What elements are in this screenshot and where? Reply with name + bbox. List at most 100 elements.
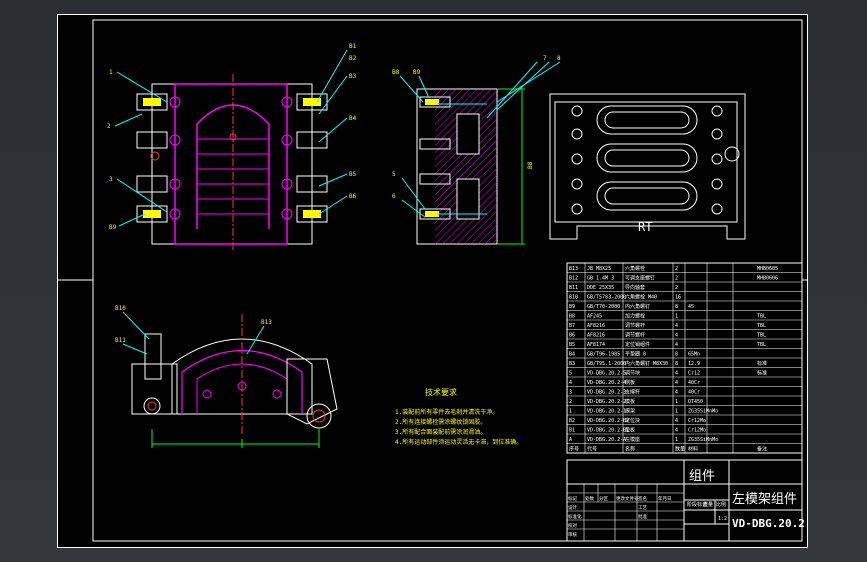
balloon-b4: B4 (349, 115, 357, 122)
balloon-b1: B1 (349, 43, 357, 50)
bom-cell-no: A (569, 437, 572, 443)
balloon-front-1: 1 (109, 69, 113, 76)
bom-cell-no: B7 (569, 323, 575, 329)
balloon-b10: B10 (115, 305, 126, 312)
scale-value: 1:2 (718, 516, 727, 522)
bom-cell-qty: 4 (675, 418, 678, 424)
bom-cell-mat: QT450 (688, 399, 703, 405)
drawing-number: VD-DBG.20.2 (732, 517, 805, 530)
rt-view-label: RT (638, 220, 652, 234)
bom-cell-name: 调节块 (625, 370, 640, 377)
bom-cell-mat: 40Cr (688, 380, 700, 386)
bom-cell-name: 定位块 (625, 417, 640, 424)
bom-cell-name: 侧板 (625, 379, 635, 386)
balloon-b3: B3 (349, 73, 357, 80)
balloon-section-6: 6 (392, 193, 396, 200)
bom-cell-code: AF8174 (587, 342, 605, 348)
bom-cell-no: B10 (569, 295, 578, 301)
cad-viewport[interactable]: 1 2 3 B9 B1 B2 B3 B4 B5 B6 B8 B8 B9 5 6 … (0, 0, 867, 562)
bom-cell-mat: ZG35SiMnMo (688, 409, 718, 415)
bom-cell-code: VD-DBG.20.2-5 (587, 371, 626, 377)
title-block-role: 批准 (638, 513, 647, 520)
bom-cell-code: VD-DBG.20.2-B1 (587, 428, 629, 434)
bom-cell-no: B1 (569, 428, 575, 434)
bom-cell-mat: 12.9 (688, 361, 700, 367)
bom-cell-no: B12 (569, 276, 578, 282)
balloon-section-b9: B9 (413, 69, 421, 76)
group-label: 组件 (689, 469, 715, 484)
bom-cell-qty: 1 (675, 399, 678, 405)
bom-cell-qty: 2 (675, 266, 678, 272)
bom-cell-qty: 4 (675, 390, 678, 396)
bom-cell-mat: Cr12Mo (688, 428, 706, 434)
title-block: 标记 处数 分区 更改文件号 签名 年月日设计标准化校对审核 工艺批准 组件 左模架组件 V… (566, 459, 805, 542)
bom-cell-code: DDE 25X35 (587, 285, 614, 291)
bom-cell-qty: 1 (675, 437, 678, 443)
stage-header-2: 重量 (703, 501, 713, 508)
bom-cell-no: B6 (569, 333, 575, 339)
bom-cell-name: 调节螺杆 (625, 332, 645, 339)
bom-cell-code: VD-DBG.20.2-B2 (587, 418, 629, 424)
bom-cell-code: AF245 (587, 314, 602, 320)
balloon-front-2: 2 (107, 123, 111, 130)
bom-cell-mat: 45 (688, 304, 694, 310)
bom-cell-note: TBL (757, 342, 766, 348)
bom-cell-qty: 2 (675, 276, 678, 282)
balloon-b11: B11 (115, 337, 126, 344)
bom-cell-name: 可调支座螺钉 (625, 275, 655, 282)
bom-cell-no: B5 (569, 342, 575, 348)
bom-cell-name: 平垫圈 8 (625, 351, 646, 358)
bom-cell-qty: 4 (675, 371, 678, 377)
bom-table: B13 JB M8X25 六角螺栓 2 MHB0605B12 GB 1.4M 3 可调支座螺… (566, 262, 803, 454)
bom-cell-name: 定位销组件 (625, 341, 650, 348)
bom-cell-no: B11 (569, 285, 578, 291)
bom-header-cell: 备注 (757, 446, 767, 453)
balloon-section-8: 8 (557, 55, 561, 62)
tech-note-1: 1.装配前所有零件去毛刺并清洗干净。 (395, 408, 498, 416)
drawing-title: 左模架组件 (732, 492, 797, 507)
bom-cell-no: 4 (569, 380, 572, 386)
bom-cell-qty: 4 (675, 333, 678, 339)
bom-cell-no: B4 (569, 352, 575, 358)
bom-cell-qty: 4 (675, 323, 678, 329)
drawing-sheet[interactable]: 1 2 3 B9 B1 B2 B3 B4 B5 B6 B8 B8 B9 5 6 … (57, 14, 808, 548)
bom-cell-no: B2 (569, 418, 575, 424)
bom-cell-qty: 4 (675, 380, 678, 386)
balloon-b2: B2 (349, 55, 357, 62)
bom-cell-code: AF8216 (587, 323, 605, 329)
bom-cell-code: VD-DBG.20.2-1 (587, 409, 626, 415)
bom-cell-code: GB/T95.1-2000 (587, 361, 626, 367)
title-block-role: 标准化 (568, 513, 582, 520)
bom-cell-no: B3 (569, 361, 575, 367)
bom-cell-note: MHB0605 (757, 266, 778, 272)
stage-header-3: 比例 (716, 501, 726, 508)
bom-cell-qty: 8 (675, 352, 678, 358)
title-block-cell: 处数 (585, 495, 594, 502)
bom-cell-no: 3 (569, 390, 572, 396)
bom-cell-no: 5 (569, 371, 572, 377)
bom-cell-name: 六角螺栓 (625, 265, 645, 272)
bom-header-cell: 代号 (587, 446, 597, 453)
title-block-role: 校对 (568, 522, 577, 529)
bom-cell-qty: 4 (675, 342, 678, 348)
bom-cell-qty: 8 (675, 361, 678, 367)
bom-cell-name: 左模座 (625, 436, 640, 443)
bom-header-cell: 材料 (688, 446, 698, 453)
bom-cell-qty: 8 (675, 304, 678, 310)
bom-cell-mat: Cr12 (688, 371, 700, 377)
balloon-b5: B5 (349, 171, 357, 178)
title-block-cell: 签名 (638, 495, 647, 502)
bom-cell-code: AF8216 (587, 333, 605, 339)
bom-header-cell: 序号 (569, 446, 579, 453)
bom-cell-note: MHB0606 (757, 276, 778, 282)
balloon-section-7: 7 (543, 55, 547, 62)
title-block-cell: 年月日 (658, 495, 672, 502)
balloon-section-b8: B8 (392, 69, 400, 76)
bom-cell-no: B13 (569, 266, 578, 272)
bom-cell-qty: 1 (675, 314, 678, 320)
bom-cell-name: 导向轴套 (625, 284, 645, 291)
title-block-role: 审核 (568, 531, 577, 538)
bom-cell-mat: 65Mn (688, 352, 700, 358)
bom-cell-name: 内六角螺钉 M8X30 (625, 360, 668, 367)
bom-cell-code: GB/T70-2000 (587, 304, 620, 310)
